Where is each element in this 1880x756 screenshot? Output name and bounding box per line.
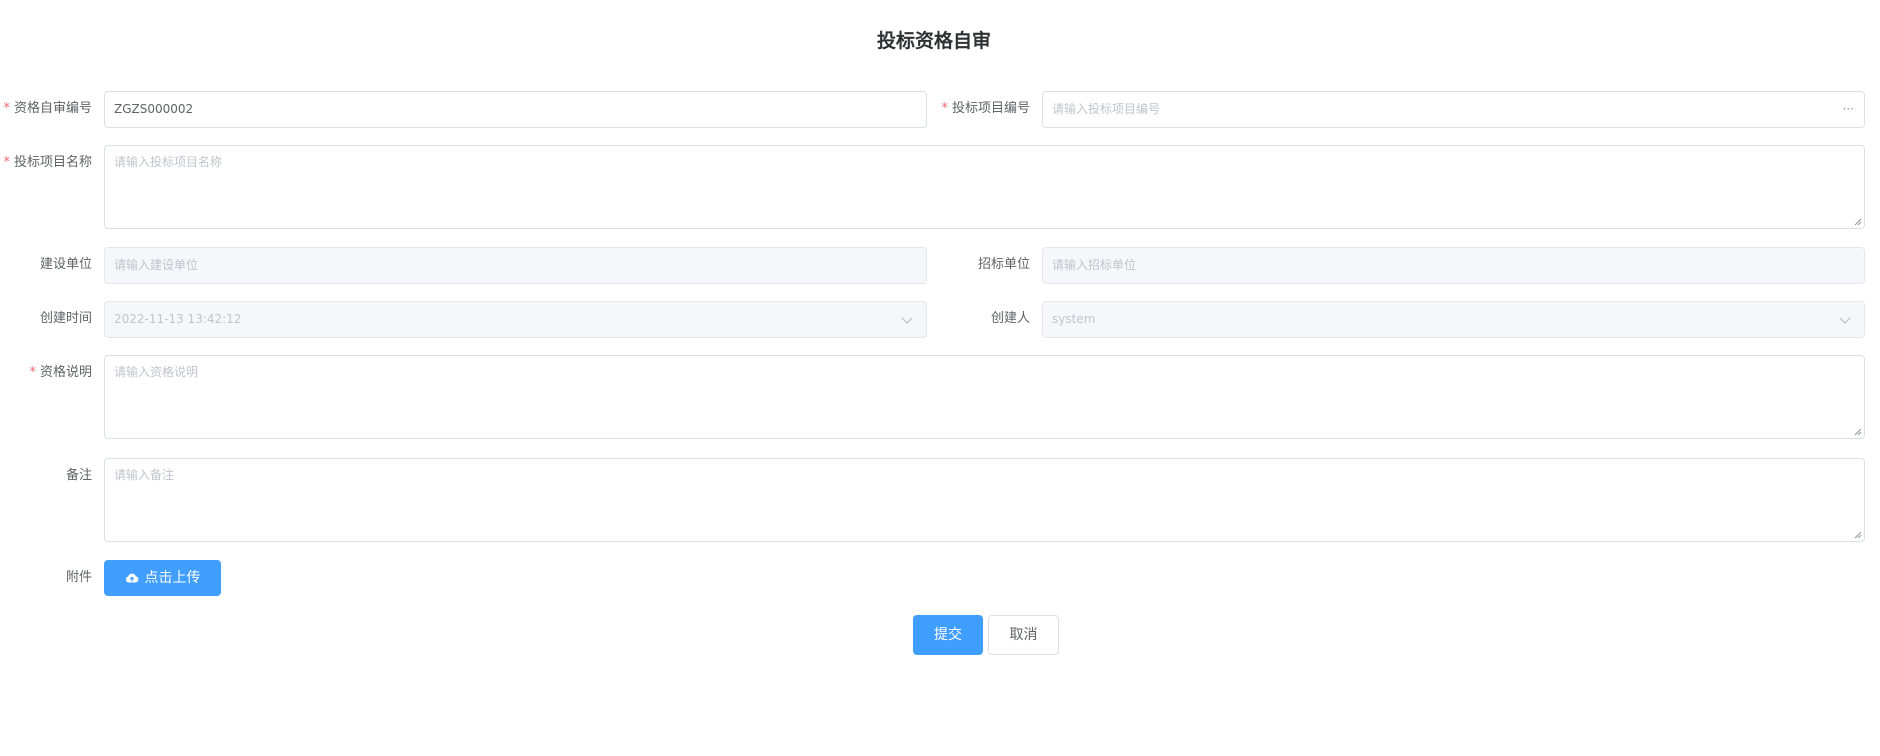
qualification-desc-label: * 资格说明 [29,365,92,380]
qualification-desc-textarea[interactable]: 请输入资格说明 [104,355,1865,439]
resize-handle-icon[interactable] [1854,531,1862,539]
project-name-textarea[interactable]: 请输入投标项目名称 [104,145,1865,229]
tender-unit-label: 招标单位 [977,257,1030,272]
creator-select[interactable]: system [1042,301,1865,338]
submit-button[interactable]: 提交 [913,615,983,655]
construction-unit-label: 建设单位 [39,257,92,272]
tender-unit-input[interactable]: 请输入招标单位 [1042,247,1865,284]
required-mark: * [29,365,36,380]
required-mark: * [3,155,10,170]
review-no-input[interactable]: ZGZS000002 [104,91,927,128]
chevron-down-icon [1839,317,1851,324]
created-time-select[interactable]: 2022-11-13 13:42:12 [104,301,927,338]
review-no-label: * 资格自审编号 [3,101,92,116]
required-mark: * [941,101,948,116]
attachment-label: 附件 [65,570,92,585]
upload-button[interactable]: 点击上传 [104,560,221,596]
bid-qualification-form-page: 投标资格自审 * 资格自审编号 ZGZS000002 * 投标项目编号 请输入投标项… [0,0,1880,756]
remark-label: 备注 [65,468,92,483]
resize-handle-icon[interactable] [1854,218,1862,226]
cloud-upload-icon [125,573,138,583]
remark-textarea[interactable]: 请输入备注 [104,458,1865,542]
resize-handle-icon[interactable] [1854,428,1862,436]
page-title: 投标资格自审 [876,30,991,52]
project-no-input[interactable]: 请输入投标项目编号 ··· [1042,91,1865,128]
more-icon[interactable]: ··· [1843,92,1854,127]
project-no-label: * 投标项目编号 [941,101,1030,116]
project-name-label: * 投标项目名称 [3,155,92,170]
chevron-down-icon [901,317,913,324]
creator-label: 创建人 [990,311,1030,326]
required-mark: * [3,101,10,116]
created-time-label: 创建时间 [39,311,92,326]
cancel-button[interactable]: 取消 [988,615,1059,655]
construction-unit-input[interactable]: 请输入建设单位 [104,247,927,284]
